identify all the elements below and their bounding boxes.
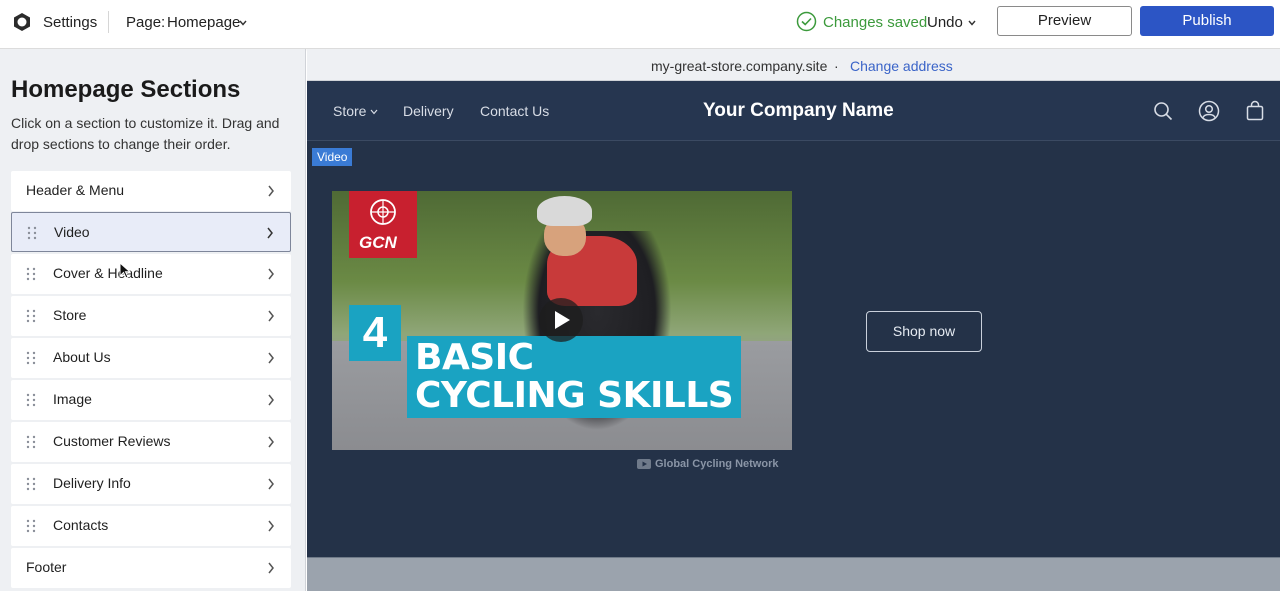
nav-delivery[interactable]: Delivery — [403, 103, 454, 119]
app-logo-icon[interactable] — [12, 12, 32, 32]
page-label: Page: — [126, 14, 166, 31]
section-label: About Us — [53, 349, 111, 365]
play-icon — [555, 311, 570, 329]
section-image[interactable]: Image — [11, 380, 291, 420]
site-preview: my-great-store.company.site · Change add… — [307, 49, 1280, 591]
preview-button[interactable]: Preview — [997, 6, 1132, 36]
separator-dot: · — [834, 58, 839, 74]
site-domain: my-great-store.company.site — [651, 58, 828, 74]
play-button[interactable] — [539, 298, 583, 342]
section-tag: Video — [312, 148, 353, 166]
sidebar-title: Homepage Sections — [11, 76, 241, 103]
chevron-right-icon — [268, 436, 274, 448]
chevron-right-icon — [268, 562, 274, 574]
sidebar-description: Click on a section to customize it. Drag… — [11, 115, 280, 152]
section-label: Header & Menu — [26, 182, 125, 198]
chevron-down-icon[interactable] — [238, 18, 248, 28]
drag-handle-icon[interactable] — [25, 393, 37, 407]
section-label: Cover & Headline — [53, 265, 163, 281]
account-icon[interactable] — [1198, 100, 1220, 122]
nav-contact-us[interactable]: Contact Us — [480, 103, 549, 119]
chevron-right-icon — [268, 520, 274, 532]
video-title: BASIC CYCLING SKILLS — [407, 336, 742, 418]
section-header-menu[interactable]: Header & Menu — [11, 171, 291, 211]
shop-now-button[interactable]: Shop now — [866, 311, 982, 352]
change-address-link[interactable]: Change address — [850, 58, 953, 74]
chevron-right-icon — [268, 310, 274, 322]
section-label: Store — [53, 307, 87, 323]
video-number: 4 — [349, 305, 401, 361]
drag-handle-icon[interactable] — [25, 435, 37, 449]
drag-handle-icon[interactable] — [25, 519, 37, 533]
section-footer[interactable]: Footer — [11, 548, 291, 588]
chevron-right-icon — [268, 478, 274, 490]
section-delivery-info[interactable]: Delivery Info — [11, 464, 291, 504]
video-thumbnail[interactable]: GCN 4 BASIC CYCLING SKILLS — [332, 191, 792, 450]
drag-handle-icon[interactable] — [25, 351, 37, 365]
chevron-down-icon[interactable] — [967, 18, 977, 28]
section-cover-headline[interactable]: Cover & Headline — [11, 254, 291, 294]
undo-button[interactable]: Undo — [927, 14, 963, 31]
chevron-right-icon — [268, 352, 274, 364]
gcn-emblem-icon — [370, 199, 396, 225]
youtube-icon — [637, 459, 651, 469]
nav-store[interactable]: Store — [333, 103, 366, 119]
section-contacts[interactable]: Contacts — [11, 506, 291, 546]
chevron-right-icon — [267, 227, 273, 239]
drag-handle-icon[interactable] — [25, 309, 37, 323]
section-label: Customer Reviews — [53, 433, 171, 449]
search-icon[interactable] — [1152, 100, 1174, 122]
company-name[interactable]: Your Company Name — [703, 100, 894, 122]
video-title-line: CYCLING SKILLS — [415, 375, 734, 416]
section-video[interactable]: Video — [11, 212, 291, 252]
shopping-bag-icon[interactable] — [1244, 100, 1266, 122]
site-header[interactable]: Store Delivery Contact Us Your Company N… — [307, 81, 1280, 141]
drag-handle-icon[interactable] — [25, 477, 37, 491]
cover-section-preview[interactable] — [307, 557, 1280, 591]
divider — [108, 11, 109, 33]
section-label: Video — [54, 224, 90, 240]
mouse-cursor-icon — [119, 262, 131, 279]
sections-sidebar: Homepage Sections Click on a section to … — [0, 49, 306, 591]
section-label: Image — [53, 391, 92, 407]
save-status: Changes saved — [823, 14, 928, 31]
drag-handle-icon[interactable] — [25, 267, 37, 281]
section-label: Footer — [26, 559, 67, 575]
section-about-us[interactable]: About Us — [11, 338, 291, 378]
address-bar: my-great-store.company.site · Change add… — [307, 49, 1280, 81]
drag-handle-icon[interactable] — [26, 226, 38, 240]
check-circle-icon — [796, 11, 817, 32]
gcn-logo: GCN — [349, 191, 417, 258]
cyclist-helmet — [537, 196, 592, 226]
settings-link[interactable]: Settings — [43, 14, 97, 31]
page-selector[interactable]: Homepage — [167, 14, 240, 31]
top-bar: Settings Page: Homepage Changes saved Un… — [0, 0, 1280, 49]
channel-name: Global Cycling Network — [655, 458, 779, 470]
video-title-line: BASIC — [415, 337, 534, 378]
gcn-logo-text: GCN — [359, 233, 397, 252]
chevron-down-icon — [370, 109, 378, 115]
section-store[interactable]: Store — [11, 296, 291, 336]
section-label: Delivery Info — [53, 475, 131, 491]
chevron-right-icon — [268, 268, 274, 280]
publish-button[interactable]: Publish — [1140, 6, 1274, 36]
chevron-right-icon — [268, 394, 274, 406]
section-label: Contacts — [53, 517, 109, 533]
chevron-right-icon — [268, 185, 274, 197]
section-customer-reviews[interactable]: Customer Reviews — [11, 422, 291, 462]
